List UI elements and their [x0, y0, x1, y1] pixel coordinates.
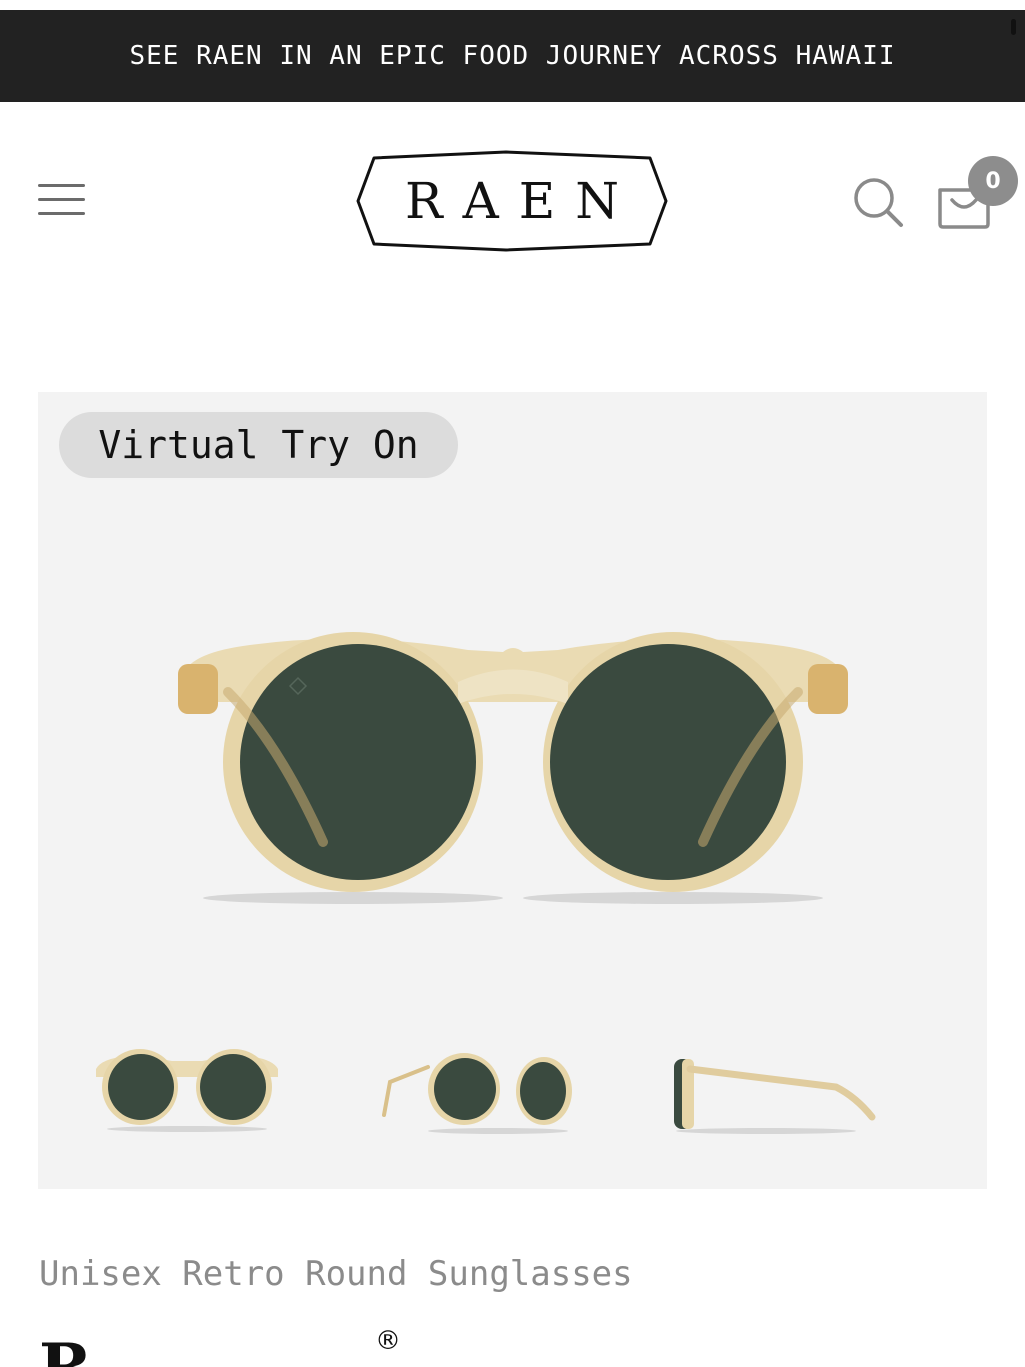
hinge-right — [808, 664, 848, 714]
thumbnail-front[interactable] — [92, 1047, 282, 1137]
menu-button[interactable] — [38, 184, 86, 218]
registered-trademark-mark: ® — [375, 1328, 401, 1356]
hamburger-icon-line-bottom — [38, 212, 85, 215]
logo-text: RAEN — [404, 172, 639, 230]
product-gallery: Virtual Try On — [38, 392, 987, 1189]
thumbnail-side[interactable] — [666, 1047, 880, 1137]
thumb-angle-lens-right — [520, 1062, 566, 1120]
scrollbar-thumb[interactable] — [1011, 19, 1016, 35]
product-name-text: R — [39, 1328, 92, 1367]
lens-shadow-left — [203, 892, 503, 904]
hamburger-icon-line-top — [38, 184, 85, 187]
lens-right — [550, 644, 786, 880]
raen-logo[interactable]: RAEN — [356, 150, 668, 252]
hinge-left — [178, 664, 218, 714]
thumbnail-angle[interactable] — [378, 1047, 578, 1137]
cart-count-badge[interactable]: 0 — [968, 156, 1018, 206]
search-button[interactable] — [852, 176, 904, 228]
virtual-try-on-button[interactable]: Virtual Try On — [59, 412, 458, 478]
site-header: RAEN — [0, 102, 1025, 302]
product-subtitle: Unisex Retro Round Sunglasses — [39, 1254, 633, 1294]
thumb-front-lens-right — [200, 1054, 266, 1120]
hamburger-icon-line-middle — [38, 198, 85, 201]
thumb-side-shadow — [676, 1128, 856, 1134]
thumb-front-lens-left — [108, 1054, 174, 1120]
thumb-angle-lens-left — [434, 1058, 496, 1120]
thumb-angle-temple — [382, 1065, 430, 1117]
promo-banner[interactable]: SEE RAEN IN AN EPIC FOOD JOURNEY ACROSS … — [0, 10, 1025, 102]
lens-shadow-right — [523, 892, 823, 904]
thumb-angle-shadow — [428, 1128, 568, 1134]
thumb-front-shadow — [107, 1126, 267, 1132]
thumb-side-temple-arm — [686, 1065, 876, 1121]
promo-banner-text[interactable]: SEE RAEN IN AN EPIC FOOD JOURNEY ACROSS … — [129, 41, 895, 71]
main-product-image[interactable] — [168, 622, 858, 922]
lens-left — [240, 644, 476, 880]
status-strip — [0, 0, 1025, 10]
product-name: R ® — [39, 1328, 999, 1367]
search-icon — [854, 178, 903, 227]
